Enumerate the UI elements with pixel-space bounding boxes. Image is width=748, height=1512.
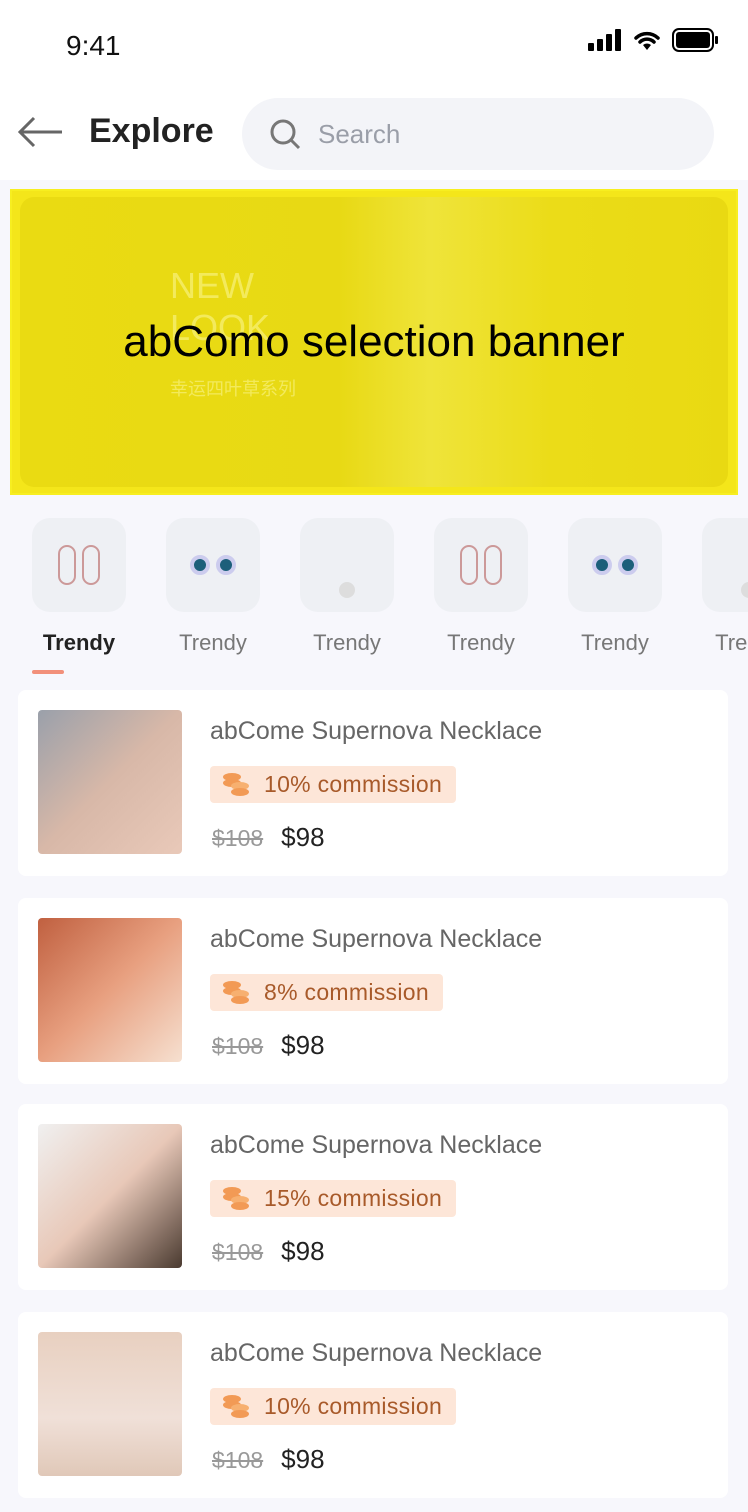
signal-icon	[588, 29, 621, 51]
category-tab[interactable]: Trendy	[434, 518, 528, 656]
sale-price: $98	[281, 1030, 325, 1060]
category-tab[interactable]: Trendy	[166, 518, 260, 656]
category-tab[interactable]: Trendy	[568, 518, 662, 656]
earring-icon	[434, 518, 528, 612]
active-tab-indicator	[32, 670, 64, 674]
product-card[interactable]: abCome Supernova Necklace 8% commission …	[18, 898, 728, 1084]
price-row: $108 $98	[212, 822, 325, 853]
category-label: Trendy	[313, 630, 381, 655]
product-image	[38, 1332, 182, 1476]
selection-banner[interactable]: NEW LOOK 幸运四叶草系列 abComo selection banner	[10, 189, 738, 495]
category-tab[interactable]: Trendy	[32, 518, 126, 656]
product-card[interactable]: abCome Supernova Necklace 15% commission…	[18, 1104, 728, 1290]
coins-icon	[223, 772, 249, 796]
product-card[interactable]: abCome Supernova Necklace 10% commission…	[18, 690, 728, 876]
necklace-icon	[702, 518, 748, 612]
category-tabs: Trendy Trendy Trendy Trendy Trendy Trend…	[0, 518, 748, 678]
back-arrow-icon[interactable]	[16, 114, 64, 150]
price-row: $108 $98	[212, 1030, 325, 1061]
price-row: $108 $98	[212, 1444, 325, 1475]
sale-price: $98	[281, 1444, 325, 1474]
banner-subtitle: 幸运四叶草系列	[170, 379, 296, 399]
price-row: $108 $98	[212, 1236, 325, 1267]
search-placeholder: Search	[318, 118, 401, 149]
category-label: Trendy	[179, 630, 247, 655]
necklace-icon	[300, 518, 394, 612]
eye-earring-icon	[568, 518, 662, 612]
battery-icon	[672, 28, 718, 52]
wifi-icon	[634, 31, 660, 50]
commission-badge: 10% commission	[210, 1388, 457, 1425]
category-tab[interactable]: Trendy	[300, 518, 394, 656]
product-title: abCome Supernova Necklace	[210, 925, 543, 953]
commission-badge: 8% commission	[210, 974, 443, 1011]
product-title: abCome Supernova Necklace	[210, 1339, 543, 1367]
commission-text: 15% commission	[264, 1185, 443, 1211]
commission-text: 8% commission	[264, 979, 429, 1005]
coins-icon	[223, 1394, 249, 1418]
product-title: abCome Supernova Necklace	[210, 1131, 543, 1159]
category-label: Trendy	[715, 630, 748, 655]
original-price: $108	[212, 1239, 264, 1265]
category-label: Trendy	[581, 630, 649, 655]
product-image	[38, 1124, 182, 1268]
search-input[interactable]: Search	[242, 98, 714, 170]
banner-label: abComo selection banner	[123, 317, 625, 366]
commission-text: 10% commission	[264, 771, 443, 797]
coins-icon	[223, 1186, 249, 1210]
category-label: Trendy	[42, 630, 116, 655]
sale-price: $98	[281, 1236, 325, 1266]
page-title: Explore	[89, 112, 214, 150]
original-price: $108	[212, 825, 264, 851]
commission-badge: 15% commission	[210, 1180, 457, 1217]
commission-text: 10% commission	[264, 1393, 443, 1419]
product-image	[38, 710, 182, 854]
status-icons	[588, 28, 720, 52]
earring-icon	[32, 518, 126, 612]
original-price: $108	[212, 1033, 264, 1059]
status-time: 9:41	[66, 30, 121, 61]
product-card[interactable]: abCome Supernova Necklace 10% commission…	[18, 1312, 728, 1498]
sale-price: $98	[281, 822, 325, 852]
original-price: $108	[212, 1447, 264, 1473]
product-image	[38, 918, 182, 1062]
commission-badge: 10% commission	[210, 766, 457, 803]
category-tab[interactable]: Trendy	[702, 518, 748, 656]
search-icon	[270, 119, 301, 150]
category-label: Trendy	[447, 630, 515, 655]
coins-icon	[223, 980, 249, 1004]
eye-earring-icon	[166, 518, 260, 612]
product-title: abCome Supernova Necklace	[210, 717, 543, 745]
